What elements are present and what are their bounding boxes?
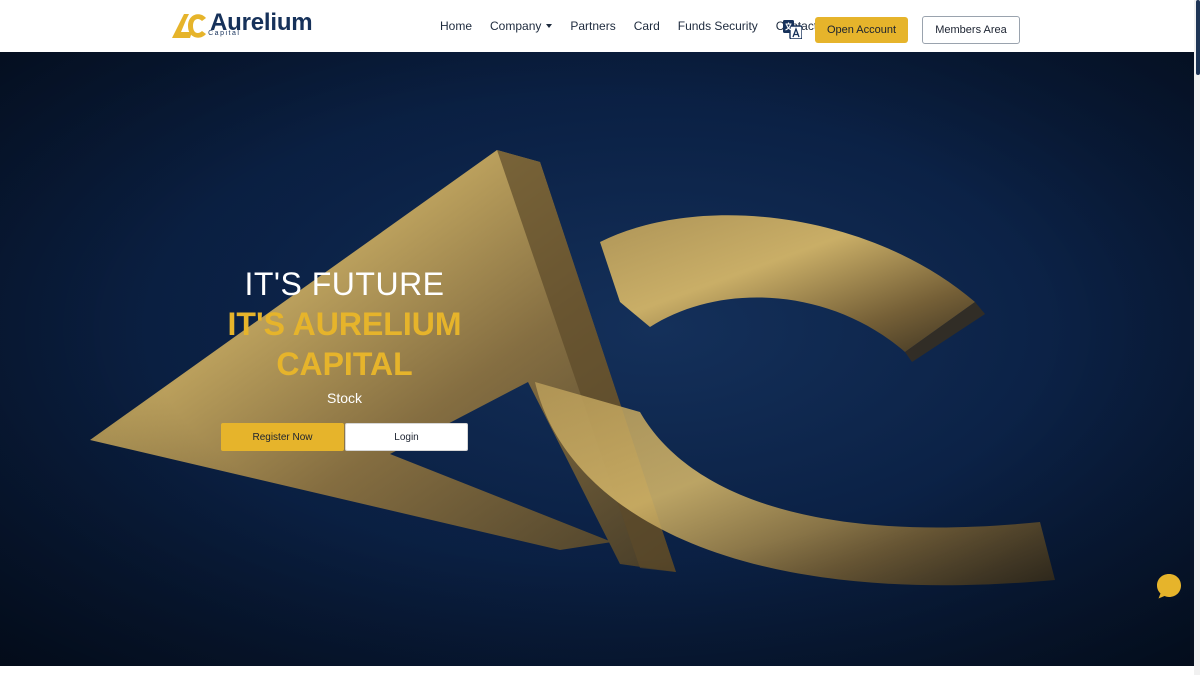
members-area-button[interactable]: Members Area xyxy=(922,16,1020,44)
nav-partners[interactable]: Partners xyxy=(570,19,615,33)
nav-funds-security-label: Funds Security xyxy=(677,19,758,33)
hero-section: IT'S FUTURE IT'S AURELIUM CAPITAL Stock … xyxy=(0,52,1194,666)
hero-line-3: CAPITAL xyxy=(276,346,413,382)
nav-card[interactable]: Card xyxy=(634,19,660,33)
nav-company[interactable]: Company xyxy=(490,19,553,33)
nav-partners-label: Partners xyxy=(570,19,616,33)
logo-mark-icon xyxy=(172,14,206,38)
nav-home[interactable]: Home xyxy=(440,19,472,33)
nav-home-label: Home xyxy=(440,19,473,33)
page-scrollbar[interactable] xyxy=(1194,0,1200,675)
hero-ac-logo-art xyxy=(0,52,1194,666)
chevron-down-icon xyxy=(546,24,553,28)
nav-funds-security[interactable]: Funds Security xyxy=(678,19,758,33)
open-account-button[interactable]: Open Account xyxy=(815,17,908,43)
scrollbar-thumb[interactable] xyxy=(1196,0,1200,75)
hero-headline: IT'S FUTURE IT'S AURELIUM CAPITAL Stock xyxy=(212,264,477,407)
nav-company-label: Company xyxy=(490,19,542,33)
site-header: Aurelium Capital Home Company Partners C… xyxy=(0,0,1194,52)
main-nav: Home Company Partners Card Funds Securit… xyxy=(440,0,835,52)
hero-line-1: IT'S FUTURE xyxy=(244,266,445,302)
brand-text: Aurelium Capital xyxy=(208,10,312,42)
hero-line-2: IT'S AURELIUM xyxy=(227,306,462,342)
brand-sub: Capital xyxy=(208,30,241,37)
chat-icon[interactable] xyxy=(1155,572,1183,600)
login-button[interactable]: Login xyxy=(345,423,468,451)
brand-logo[interactable]: Aurelium Capital xyxy=(172,10,313,42)
translate-icon[interactable] xyxy=(783,20,802,39)
register-now-button[interactable]: Register Now xyxy=(221,423,344,451)
nav-card-label: Card xyxy=(633,19,660,33)
hero-subtitle: Stock xyxy=(326,390,362,406)
